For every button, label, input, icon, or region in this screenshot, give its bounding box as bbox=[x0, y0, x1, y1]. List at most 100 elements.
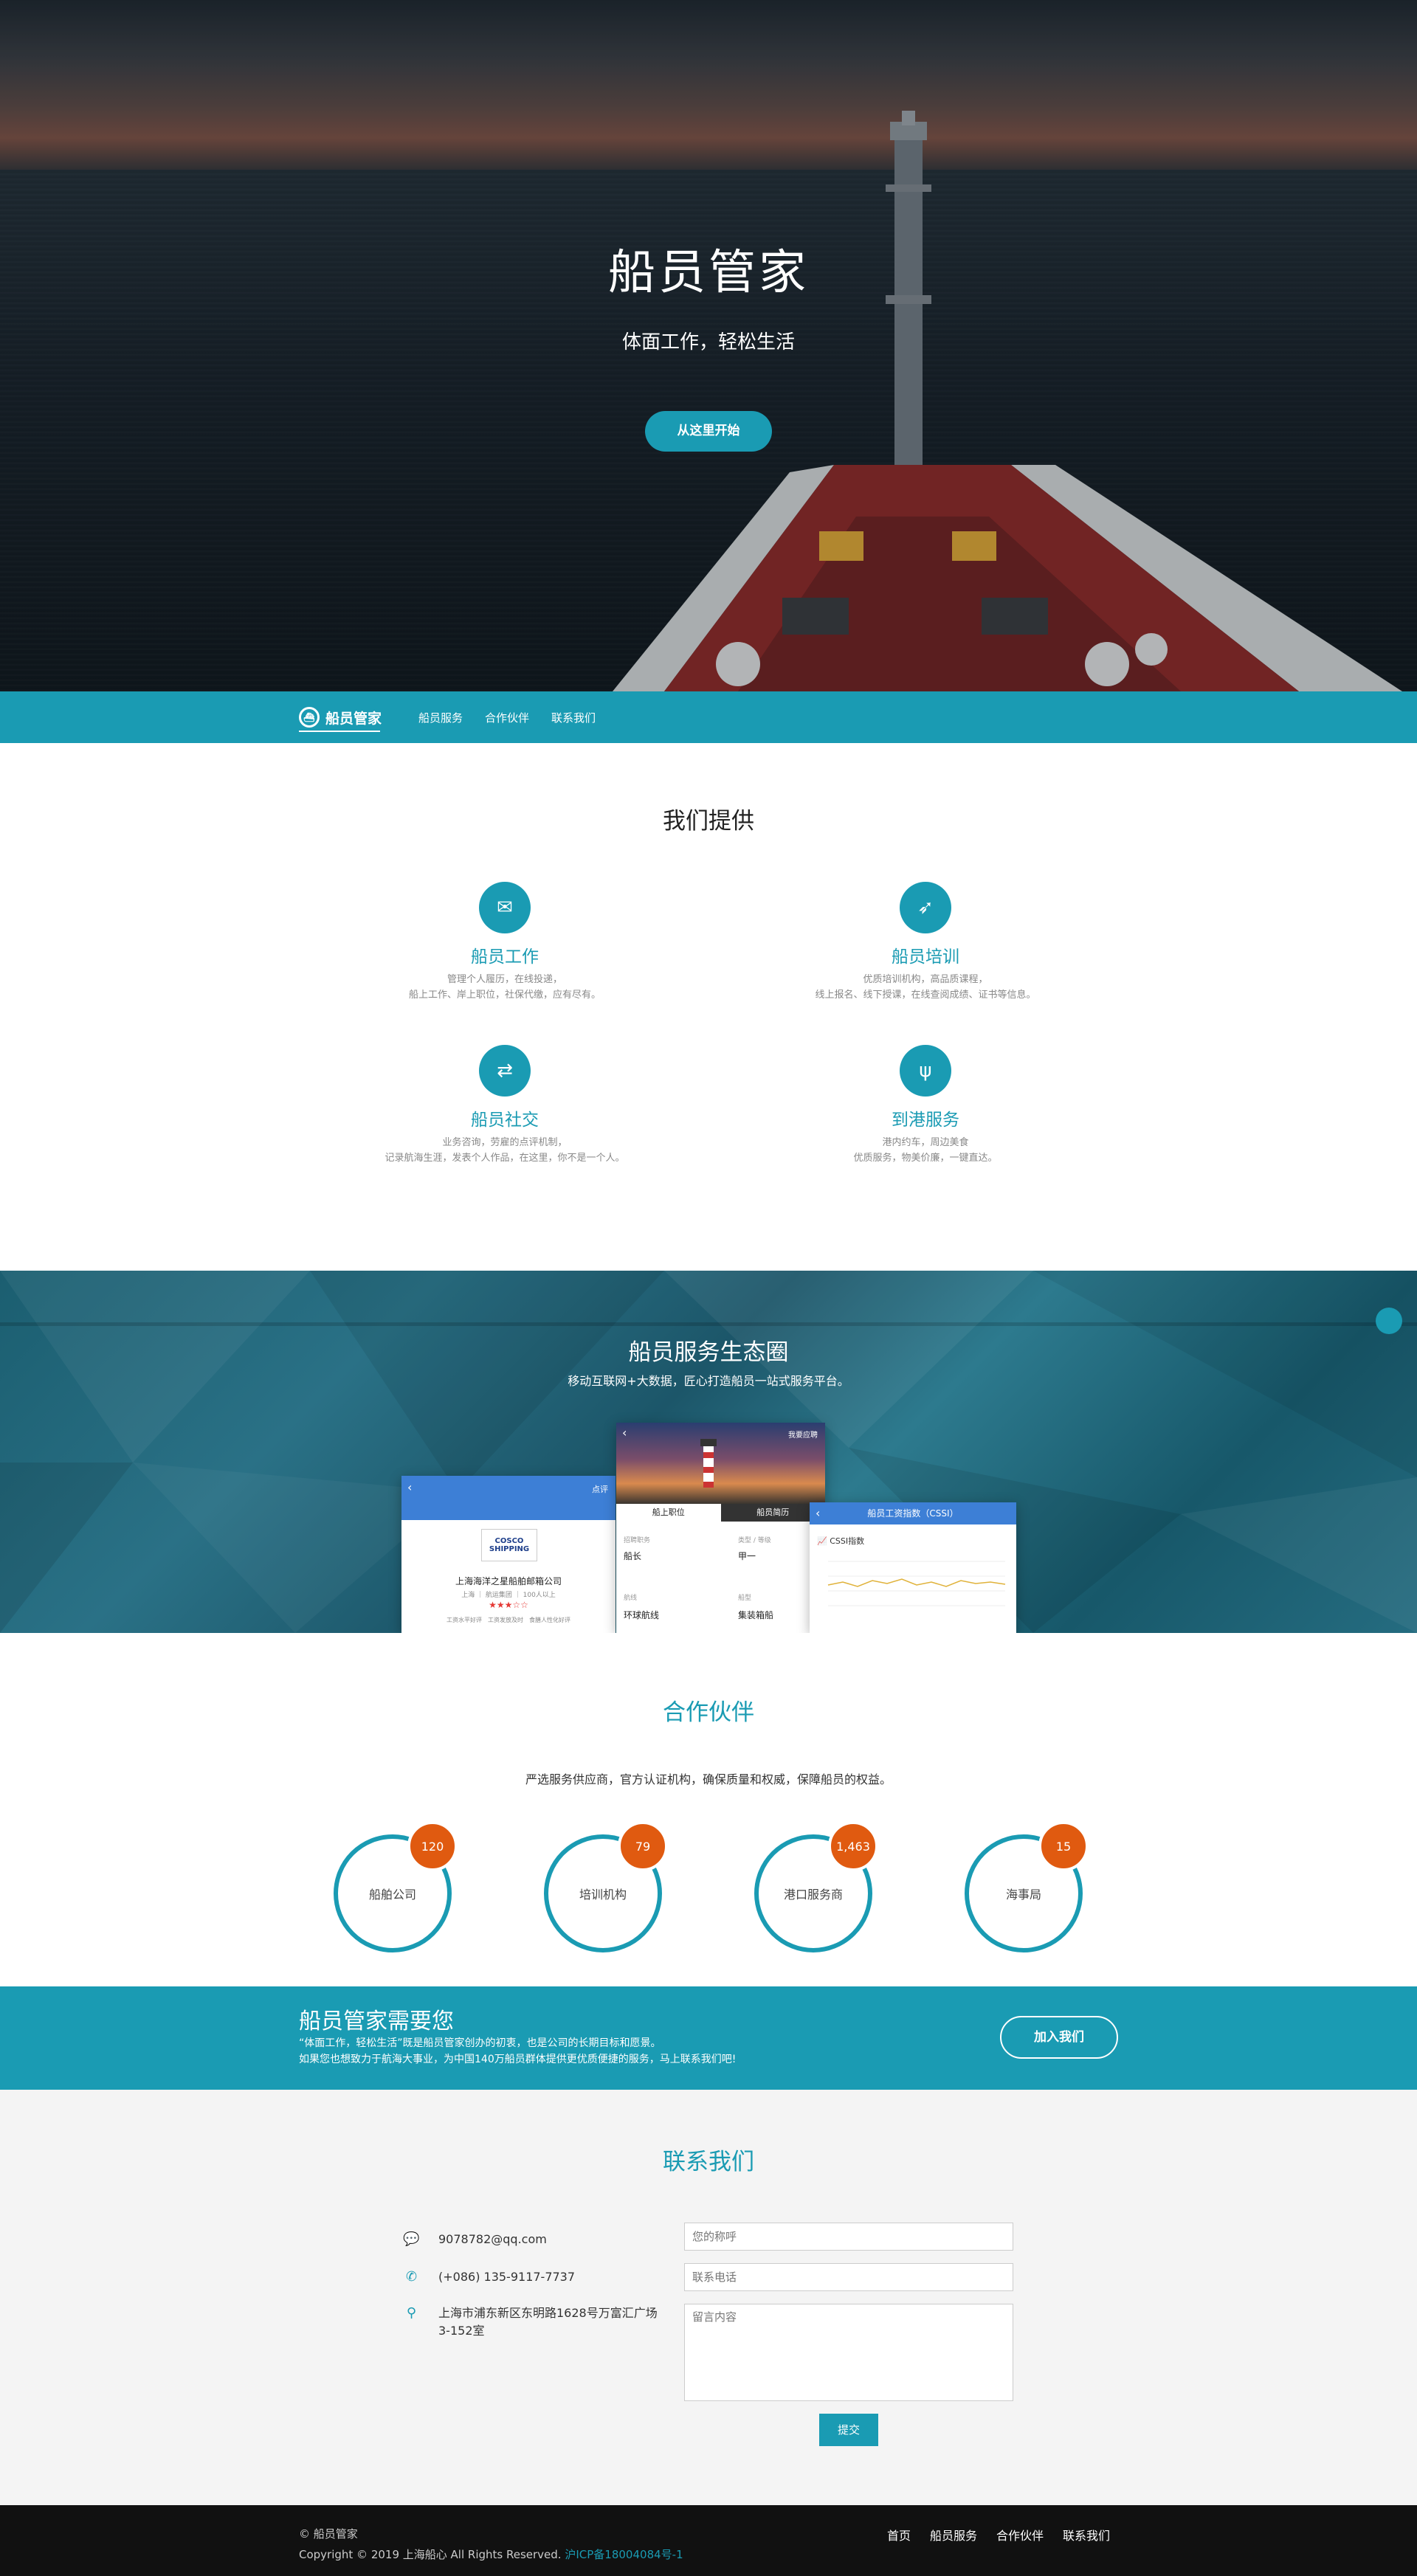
phone-input[interactable] bbox=[684, 2263, 1013, 2291]
ecosystem-subtitle: 移动互联网+大数据，匠心打造船员一站式服务平台。 bbox=[568, 1374, 849, 1388]
field-label: 类型 / 等级 bbox=[738, 1537, 771, 1544]
join-line-2: 如果您也想致力于航海大事业，为中国140万船员群体提供更优质便捷的服务，马上联系… bbox=[299, 2054, 737, 2065]
service-item-work: ✉ 船员工作 管理个人履历，在线投递， 船上工作、岸上职位，社保代缴，应有尽有。 bbox=[298, 882, 711, 1003]
partner-count-badge: 120 bbox=[407, 1821, 458, 1871]
phone-cssi-page: ‹ 船员工资指数（CSSI） 📈 CSSI指数 bbox=[810, 1502, 1016, 1633]
service-desc: 优质培训机构，高品质课程， 线上报名、线下授课，在线查阅成绩、证书等信息。 bbox=[815, 974, 1036, 1001]
join-line-1: “体面工作，轻松生活”既是船员管家创办的初衷，也是公司的长期目标和愿景。 bbox=[299, 2037, 661, 2049]
cssi-label: 📈 CSSI指数 bbox=[817, 1536, 865, 1546]
phone-header: ‹ 点评 bbox=[401, 1476, 616, 1520]
service-item-training: ➶ 船员培训 优质培训机构，高品质课程， 线上报名、线下授课，在线查阅成绩、证书… bbox=[719, 882, 1132, 1003]
phone-text: (+086) 135-9117-7737 bbox=[438, 2270, 576, 2284]
contact-title: 联系我们 bbox=[663, 2149, 754, 2175]
brand-name: 船员管家 bbox=[325, 710, 382, 727]
footer-link-contact[interactable]: 联系我们 bbox=[1063, 2526, 1110, 2544]
cssi-mini-chart bbox=[827, 1561, 1006, 1606]
join-us-button[interactable]: 加入我们 bbox=[1000, 2016, 1118, 2059]
apply-link: 我要应聘 bbox=[788, 1432, 818, 1440]
company-meta: 上海 ｜ 航运集团 ｜ 100人以上 bbox=[461, 1592, 556, 1599]
partners-title: 合作伙伴 bbox=[663, 1699, 754, 1726]
phone-job-page: ‹ 我要应聘 船上职位 船员简历 招聘职务 船长 类型 / 等级 甲一 航线 环… bbox=[616, 1423, 825, 1633]
phone-icon: ✆ bbox=[405, 2269, 418, 2285]
field-value: 环球航线 bbox=[624, 1610, 660, 1620]
field-label: 航线 bbox=[624, 1595, 638, 1602]
review-link: 点评 bbox=[592, 1485, 608, 1494]
service-desc: 港内约车，周边美食 优质服务，物美价廉，一键直达。 bbox=[853, 1137, 998, 1164]
services-title: 我们提供 bbox=[663, 808, 754, 835]
back-icon: ‹ bbox=[816, 1506, 821, 1520]
field-value: 甲一 bbox=[738, 1551, 756, 1561]
name-input[interactable] bbox=[684, 2223, 1013, 2251]
footer-link-partners[interactable]: 合作伙伴 bbox=[996, 2526, 1044, 2544]
join-title: 船员管家需要您 bbox=[299, 2009, 454, 2034]
mail-icon: ✉ bbox=[479, 882, 531, 933]
logo-icon: ⛴ bbox=[299, 707, 320, 728]
partner-label: 船舶公司 bbox=[368, 1888, 416, 1902]
back-icon: ‹ bbox=[407, 1480, 413, 1494]
service-desc: 业务咨询，劳雇的点评机制， 记录航海生涯，发表个人作品，在这里，你不是一个人。 bbox=[385, 1137, 625, 1164]
partner-label: 培训机构 bbox=[579, 1888, 627, 1902]
partner-label: 海事局 bbox=[1005, 1888, 1041, 1902]
hero-section: 船员管家 体面工作，轻松生活 从这里开始 bbox=[0, 0, 1417, 691]
message-textarea[interactable] bbox=[684, 2304, 1013, 2401]
email-text: 9078782@qq.com bbox=[438, 2232, 547, 2246]
ecosystem-title: 船员服务生态圈 bbox=[628, 1339, 789, 1366]
tab-onboard-jobs: 船上职位 bbox=[652, 1508, 685, 1517]
contact-address: ⚲ 上海市浦东新区东明路1628号万富汇广场 3-152室 bbox=[402, 2304, 658, 2340]
icp-link[interactable]: 沪ICP备18004084号-1 bbox=[565, 2548, 683, 2561]
service-name: 到港服务 bbox=[892, 1111, 959, 1130]
nav-link-partners[interactable]: 合作伙伴 bbox=[485, 710, 529, 725]
chat-icon: 💬 bbox=[403, 2231, 420, 2247]
nav-link-services[interactable]: 船员服务 bbox=[418, 710, 463, 725]
back-icon: ‹ bbox=[622, 1426, 627, 1440]
partners-subtitle: 严选服务供应商，官方认证机构，确保质量和权威，保障船员的权益。 bbox=[525, 1772, 892, 1786]
navbar: ⛴ 船员管家 船员服务 合作伙伴 联系我们 bbox=[0, 691, 1417, 743]
field-label: 船型 bbox=[738, 1595, 752, 1602]
footer-copyright: Copyright © 2019 上海船心 All Rights Reserve… bbox=[299, 2548, 683, 2561]
partner-label: 港口服务商 bbox=[783, 1888, 843, 1902]
hero-subtitle: 体面工作，轻松生活 bbox=[621, 331, 795, 353]
phone-header: ‹ 船员工资指数（CSSI） bbox=[810, 1502, 1016, 1524]
footer-links: 首页 船员服务 合作伙伴 联系我们 bbox=[887, 2526, 1129, 2544]
nav-link-contact[interactable]: 联系我们 bbox=[551, 710, 596, 725]
footer: © 船员管家 Copyright © 2019 上海船心 All Rights … bbox=[0, 2505, 1417, 2576]
brand-logo[interactable]: ⛴ 船员管家 bbox=[299, 706, 382, 728]
contact-phone: ✆ (+086) 135-9117-7737 bbox=[402, 2268, 575, 2286]
company-stats: 工资水平好评 工资发放及时 食膳人性化好评 bbox=[447, 1617, 570, 1623]
utensils-icon: ψ bbox=[900, 1045, 951, 1097]
footer-brand: © 船员管家 bbox=[299, 2527, 358, 2541]
cssi-header: 船员工资指数（CSSI） bbox=[867, 1508, 959, 1519]
nav-links: 船员服务 合作伙伴 联系我们 bbox=[418, 691, 618, 743]
brand-underline bbox=[299, 731, 380, 732]
field-label: 招聘职务 bbox=[624, 1537, 651, 1544]
join-banner: 船员管家需要您 “体面工作，轻松生活”既是船员管家创办的初衷，也是公司的长期目标… bbox=[0, 1986, 1417, 2090]
footer-link-services[interactable]: 船员服务 bbox=[930, 2526, 977, 2544]
phone-company-page: ‹ 点评 COSCO SHIPPING 上海海洋之星船舶邮箱公司 上海 ｜ 航运… bbox=[401, 1476, 616, 1633]
chart-icon: 📈 bbox=[817, 1536, 827, 1546]
service-name: 船员社交 bbox=[471, 1111, 539, 1130]
service-name: 船员培训 bbox=[892, 947, 959, 967]
service-name: 船员工作 bbox=[471, 947, 539, 967]
rocket-icon: ➶ bbox=[900, 882, 951, 933]
location-pin-icon: ⚲ bbox=[406, 2305, 417, 2321]
handshake-icon: ⇄ bbox=[479, 1045, 531, 1097]
company-name: 上海海洋之星船舶邮箱公司 bbox=[455, 1576, 562, 1586]
address-text: 上海市浦东新区东明路1628号万富汇广场 3-152室 bbox=[438, 2306, 658, 2338]
service-item-social: ⇄ 船员社交 业务咨询，劳雇的点评机制， 记录航海生涯，发表个人作品，在这里，你… bbox=[298, 1045, 711, 1166]
contact-section: 联系我们 bbox=[0, 2090, 1417, 2505]
contact-email: 💬 9078782@qq.com bbox=[402, 2231, 547, 2248]
lighthouse-photo: ‹ 我要应聘 bbox=[616, 1423, 825, 1504]
hero-title: 船员管家 bbox=[608, 246, 809, 300]
partner-count-badge: 79 bbox=[618, 1821, 668, 1871]
field-value: 集装箱船 bbox=[738, 1610, 774, 1620]
service-desc: 管理个人履历，在线投递， 船上工作、岸上职位，社保代缴，应有尽有。 bbox=[408, 974, 601, 1001]
company-logo: COSCO SHIPPING bbox=[481, 1529, 537, 1561]
submit-button[interactable]: 提交 bbox=[819, 2414, 878, 2446]
partner-count-badge: 15 bbox=[1038, 1821, 1089, 1871]
service-item-port: ψ 到港服务 港内约车，周边美食 优质服务，物美价廉，一键直达。 bbox=[719, 1045, 1132, 1166]
job-tabs: 船上职位 船员简历 bbox=[616, 1504, 825, 1522]
footer-link-home[interactable]: 首页 bbox=[887, 2526, 911, 2544]
ecosystem-section: 船员服务生态圈 移动互联网+大数据，匠心打造船员一站式服务平台。 ‹ 点评 CO… bbox=[0, 1271, 1417, 1633]
field-value: 船长 bbox=[624, 1551, 642, 1561]
start-button[interactable]: 从这里开始 bbox=[645, 411, 772, 452]
